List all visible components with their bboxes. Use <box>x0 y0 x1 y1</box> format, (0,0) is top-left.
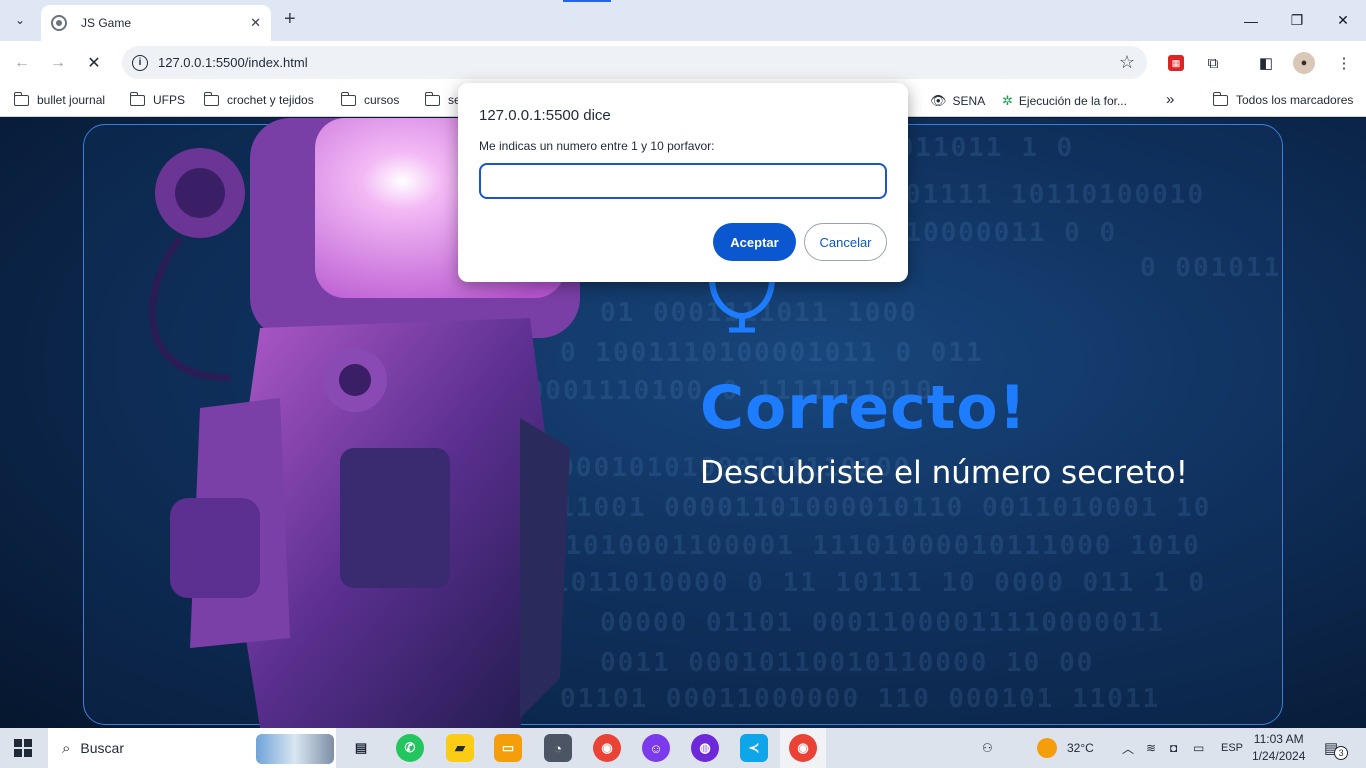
battery-icon[interactable]: ▭ <box>1193 728 1204 768</box>
dialog-title: 127.0.0.1:5500 dice <box>479 107 611 124</box>
result-message: Descubriste el número secreto! <box>700 455 1188 491</box>
dialog-message: Me indicas un numero entre 1 y 10 porfav… <box>479 139 715 153</box>
tab-strip: ⌄ JS Game ✕ + — ❐ ✕ <box>0 0 1366 41</box>
side-panel-icon[interactable]: ◧ <box>1254 51 1278 75</box>
tab-group-indicator <box>563 0 611 2</box>
taskbar-clock[interactable]: 11:03 AM 1/24/2024 <box>1252 731 1305 765</box>
folder-icon <box>1212 91 1228 106</box>
forward-button[interactable]: → <box>46 51 70 75</box>
bookmark-item[interactable]: ✲ Ejecución de la for... <box>1002 93 1127 109</box>
url-text: 127.0.0.1:5500/index.html <box>158 55 308 70</box>
windows-start-icon[interactable] <box>14 739 32 757</box>
extensions-puzzle-icon[interactable]: ⧉ <box>1201 51 1225 75</box>
bookmarks-overflow-button[interactable]: » <box>1166 91 1174 108</box>
bookmark-item[interactable]: se <box>424 91 461 107</box>
arrow-right-icon: → <box>50 54 66 71</box>
notification-count-badge: 3 <box>1334 746 1349 760</box>
site-info-icon[interactable]: i <box>132 54 148 71</box>
folder-icon <box>129 91 145 106</box>
taskbar-search[interactable]: ⌕ Buscar <box>48 728 336 768</box>
folder-icon <box>203 91 219 106</box>
close-window-button[interactable]: ✕ <box>1320 0 1366 41</box>
clock-app-icon[interactable]: ◔ <box>544 734 572 762</box>
browser-toolbar: ← → ✕ i 127.0.0.1:5500/index.html ☆ ▦ ⧉ … <box>0 41 1366 85</box>
weather-widget[interactable]: 32°C <box>1037 728 1094 768</box>
taskbar-search-label: Buscar <box>80 740 124 756</box>
task-view-icon[interactable]: ▤ <box>347 734 375 762</box>
browser-tab[interactable]: JS Game ✕ <box>41 5 271 41</box>
sticky-notes-icon[interactable]: ▰ <box>446 734 474 762</box>
windows-taskbar: ⌕ Buscar ▤ ✆ ▰ ▭ ◔ ◉ ☺ ◍ ≺ ◉ ⚇ 32°C ︿ ≋ … <box>0 728 1366 768</box>
search-icon: ⌕ <box>62 739 71 757</box>
all-bookmarks-button[interactable]: Todos los marcadores <box>1212 91 1353 107</box>
accept-button[interactable]: Aceptar <box>713 223 796 261</box>
bookmark-item[interactable]: cursos <box>340 91 399 107</box>
tab-search-button[interactable]: ⌄ <box>8 8 32 32</box>
folder-icon <box>424 91 440 106</box>
close-tab-icon[interactable]: ✕ <box>250 15 261 31</box>
file-explorer-icon[interactable]: ▭ <box>494 734 522 762</box>
prompt-dialog: 127.0.0.1:5500 dice Me indicas un numero… <box>458 83 908 282</box>
new-tab-button[interactable]: + <box>284 9 296 29</box>
bookmark-item[interactable]: bullet journal <box>13 91 105 107</box>
bookmark-item[interactable]: 👁 SENA <box>930 93 985 109</box>
vscode-icon[interactable]: ≺ <box>740 734 768 762</box>
wifi-icon[interactable]: ≋ <box>1146 728 1156 768</box>
stop-loading-button[interactable]: ✕ <box>82 51 106 75</box>
eye-icon: 👁 <box>930 93 947 108</box>
extension-red-icon[interactable]: ▦ <box>1168 55 1184 71</box>
clock-time: 11:03 AM <box>1253 732 1304 746</box>
sun-icon <box>1037 738 1057 758</box>
tab-favicon-icon <box>51 15 67 31</box>
chrome-profile-icon[interactable]: ◉ <box>789 734 817 762</box>
trophy-icon <box>709 277 775 333</box>
language-indicator[interactable]: ESP <box>1221 728 1243 768</box>
people-icon[interactable]: ⚇ <box>982 728 993 768</box>
tab-title: JS Game <box>81 16 132 30</box>
restore-button[interactable]: ❐ <box>1274 0 1320 41</box>
arrow-left-icon: ← <box>14 54 30 71</box>
notifications-button[interactable]: ▤ 3 <box>1324 728 1349 768</box>
bookmark-item[interactable]: crochet y tejidos <box>203 91 314 107</box>
search-highlight-image <box>256 734 334 764</box>
back-button[interactable]: ← <box>10 51 34 75</box>
bookmark-item[interactable]: UFPS <box>129 91 185 107</box>
minimize-button[interactable]: — <box>1228 0 1274 41</box>
folder-icon <box>13 91 29 106</box>
address-bar[interactable]: i 127.0.0.1:5500/index.html ☆ <box>122 46 1147 79</box>
chevron-up-icon[interactable]: ︿ <box>1122 728 1134 768</box>
dialog-number-input[interactable] <box>479 163 887 199</box>
sena-logo-icon: ✲ <box>1002 93 1013 108</box>
menu-kebab-icon[interactable]: ⋮ <box>1332 51 1356 75</box>
profile-avatar[interactable]: ● <box>1293 52 1315 74</box>
chevron-down-icon: ⌄ <box>14 13 26 27</box>
weather-temp: 32°C <box>1067 741 1094 755</box>
github-icon[interactable]: ◍ <box>691 734 719 762</box>
close-icon: ✕ <box>87 55 101 72</box>
chrome-icon[interactable]: ◉ <box>593 734 621 762</box>
camera-icon[interactable]: ◘ <box>1170 728 1177 768</box>
cancel-button[interactable]: Cancelar <box>804 223 887 261</box>
discord-icon[interactable]: ☺ <box>642 734 670 762</box>
whatsapp-icon[interactable]: ✆ <box>396 734 424 762</box>
folder-icon <box>340 91 356 106</box>
clock-date: 1/24/2024 <box>1252 749 1306 763</box>
result-headline: Correcto! <box>700 373 1027 443</box>
bookmark-star-icon[interactable]: ☆ <box>1119 52 1135 73</box>
